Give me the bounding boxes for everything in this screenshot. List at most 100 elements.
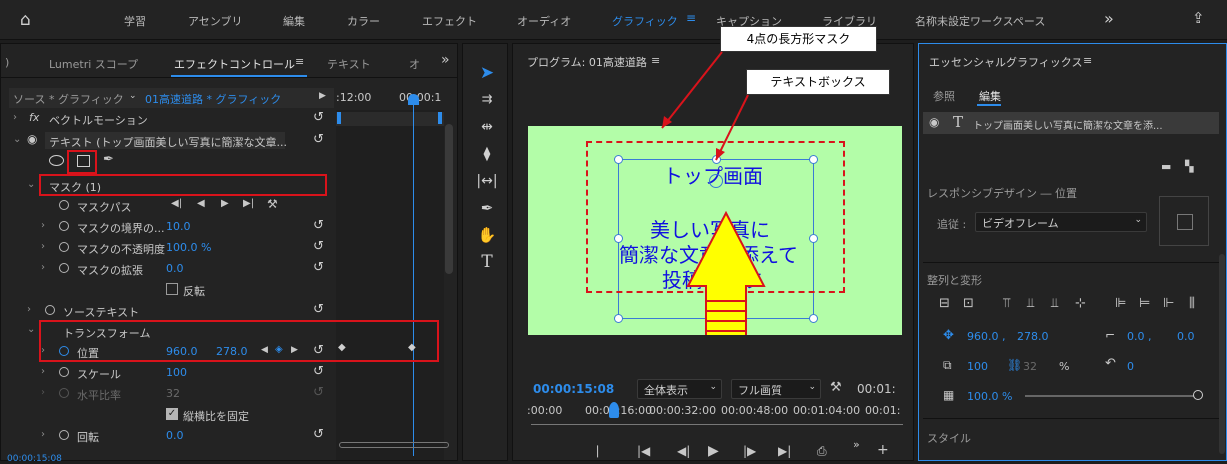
stopwatch-icon[interactable] <box>59 200 69 210</box>
source-text-row[interactable]: › ソーステキスト ↺ <box>1 300 334 320</box>
ellipse-mask-icon[interactable] <box>49 155 64 166</box>
mask-feather-value[interactable]: 10.0 <box>166 220 191 233</box>
pen-tool-icon[interactable]: ✒ <box>474 197 500 219</box>
monitor-playhead[interactable] <box>609 402 619 418</box>
zoom-scrollbar[interactable] <box>339 442 449 448</box>
track-backward-icon[interactable]: ◀| <box>171 198 182 209</box>
tab-lumetri-scopes[interactable]: Lumetri スコープ <box>49 56 138 72</box>
new-layer-icon[interactable]: ▚ <box>1185 160 1193 173</box>
workspace-audio[interactable]: オーディオ <box>517 13 571 29</box>
razor-tool-icon[interactable]: ⧫ <box>474 143 500 165</box>
opacity-slider-handle[interactable] <box>1193 390 1203 400</box>
handle-tl[interactable] <box>614 155 623 164</box>
align-center-icon[interactable]: ⊨ <box>1139 296 1150 311</box>
eye-icon[interactable]: ◉ <box>27 132 37 146</box>
align-right-icon[interactable]: ⊩ <box>1163 296 1174 311</box>
eg-scrollbar[interactable] <box>1219 254 1225 454</box>
stopwatch-icon[interactable] <box>59 242 69 252</box>
hand-tool-icon[interactable]: ✋ <box>474 224 500 246</box>
wrench-icon[interactable]: ⚒ <box>267 197 278 211</box>
mask-opacity-row[interactable]: › マスクの不透明度 100.0 % ↺ <box>1 237 334 257</box>
align-vertical-center-icon[interactable]: ⊟ <box>939 296 950 311</box>
expand-arrow[interactable]: › <box>41 241 45 252</box>
more-tabs-icon[interactable]: » <box>441 52 450 68</box>
eg-pos-y[interactable]: 278.0 <box>1017 330 1049 343</box>
reset-icon[interactable]: ↺ <box>313 427 324 442</box>
home-icon[interactable]: ⌂ <box>20 10 31 30</box>
workspace-assembly[interactable]: アセンブリ <box>188 13 242 29</box>
align-left-icon[interactable]: ⊫ <box>1115 296 1126 311</box>
zoom-bar[interactable] <box>531 424 903 432</box>
eg-anchor-x[interactable]: 0.0 , <box>1127 330 1152 343</box>
workspace-learn[interactable]: 学習 <box>124 13 146 29</box>
new-folder-icon[interactable]: ▬ <box>1161 160 1171 173</box>
eg-layer-row[interactable]: ◉ T トップ画面美しい写真に簡潔な文章を添... <box>923 112 1219 134</box>
video-canvas[interactable]: トップ画面 美しい写真に 簡潔な文章を添えて 投稿します <box>528 126 902 335</box>
eg-tab-browse[interactable]: 参照 <box>933 88 955 104</box>
invert-checkbox[interactable] <box>166 283 178 295</box>
handle-tm[interactable] <box>712 155 721 164</box>
eg-opacity[interactable]: 100.0 % <box>967 390 1012 403</box>
reset-icon[interactable]: ↺ <box>313 364 324 379</box>
rotation-value[interactable]: 0.0 <box>166 429 184 442</box>
mask-expand-row[interactable]: › マスクの拡張 0.0 ↺ <box>1 258 334 278</box>
pin-widget[interactable] <box>1159 196 1209 246</box>
tab-menu-icon[interactable]: ≡ <box>295 55 304 68</box>
handle-br[interactable] <box>809 314 818 323</box>
rotation-row[interactable]: › 回転 0.0 ↺ <box>1 425 334 445</box>
uniform-scale-checkbox[interactable]: ✓ <box>166 408 178 420</box>
vector-motion-row[interactable]: › fx ベクトルモーション ↺ <box>1 108 334 128</box>
scale-row[interactable]: › スケール 100 ↺ <box>1 362 334 382</box>
mark-in-icon[interactable]: ⎸ <box>597 444 609 459</box>
tab-close-left[interactable]: ) <box>5 56 9 69</box>
more-controls-icon[interactable]: » <box>853 438 860 451</box>
play-icon[interactable]: ▶ <box>708 443 719 459</box>
expand-arrow[interactable]: › <box>27 304 31 315</box>
workspace-effects[interactable]: エフェクト <box>422 13 477 29</box>
eg-scale[interactable]: 100 <box>967 360 988 373</box>
follow-dropdown[interactable]: ビデオフレーム ⌄ <box>975 212 1147 232</box>
add-button-icon[interactable]: + <box>877 442 889 458</box>
eg-tab-edit[interactable]: 編集 <box>979 88 1001 104</box>
mask-expand-value[interactable]: 0.0 <box>166 262 184 275</box>
mask-opacity-value[interactable]: 100.0 % <box>166 241 211 254</box>
export-frame-icon[interactable]: ⎙ <box>817 444 827 459</box>
program-timecode[interactable]: 00:00:15:08 <box>533 382 614 396</box>
tab-overflow[interactable]: オ <box>409 56 420 72</box>
expand-arrow[interactable]: › <box>13 112 17 123</box>
expand-arrow[interactable]: ⌄ <box>27 179 35 190</box>
track-forward-one-icon[interactable]: ▶ <box>221 198 229 209</box>
reset-icon[interactable]: ↺ <box>313 218 324 233</box>
handle-mr[interactable] <box>809 234 818 243</box>
align-horizontal-center-icon[interactable]: ⊡ <box>963 296 974 311</box>
handle-bl[interactable] <box>614 314 623 323</box>
expand-arrow[interactable]: › <box>41 262 45 273</box>
go-to-out-icon[interactable]: ▶| <box>778 444 791 458</box>
expand-arrow[interactable]: ⌄ <box>13 134 21 145</box>
source-dropdown-icon[interactable]: ⌄ <box>129 91 137 101</box>
eg-anchor-y[interactable]: 0.0 <box>1177 330 1195 343</box>
type-tool-icon[interactable]: T <box>474 251 500 273</box>
workspace-untitled[interactable]: 名称未設定ワークスペース <box>915 13 1045 29</box>
handle-tr[interactable] <box>809 155 818 164</box>
selection-tool-icon[interactable]: ➤ <box>474 62 500 84</box>
share-icon[interactable]: ⇪ <box>1192 9 1205 27</box>
time-ruler[interactable]: :00:00 00:00:16:00 00:00:32:00 00:00:48:… <box>527 400 907 420</box>
distribute-h-icon[interactable]: ⫼ <box>1189 296 1195 311</box>
clip-label[interactable]: 01高速道路 * グラフィック <box>145 91 281 107</box>
link-icon[interactable]: ⛓ <box>1007 358 1022 372</box>
play-clip-icon[interactable]: ▶ <box>319 91 326 101</box>
track-select-tool-icon[interactable]: ⇉ <box>474 89 500 111</box>
expand-arrow[interactable]: › <box>41 220 45 231</box>
expand-arrow[interactable]: › <box>41 429 45 440</box>
mini-timeline[interactable]: ◆ ◆ <box>336 94 444 460</box>
eg-pos-x[interactable]: 960.0 , <box>967 330 1005 343</box>
step-forward-icon[interactable]: |▶ <box>743 444 756 458</box>
stopwatch-icon[interactable] <box>45 305 55 315</box>
reset-icon[interactable]: ↺ <box>313 239 324 254</box>
scale-value[interactable]: 100 <box>166 366 187 379</box>
reset-icon[interactable]: ↺ <box>313 260 324 275</box>
go-to-in-icon[interactable]: |◀ <box>637 444 650 458</box>
workspace-edit[interactable]: 編集 <box>283 13 305 29</box>
text-layer-row[interactable]: ⌄ ◉ テキスト (トップ画面美しい写真に簡潔な文章... ↺ <box>1 130 334 150</box>
